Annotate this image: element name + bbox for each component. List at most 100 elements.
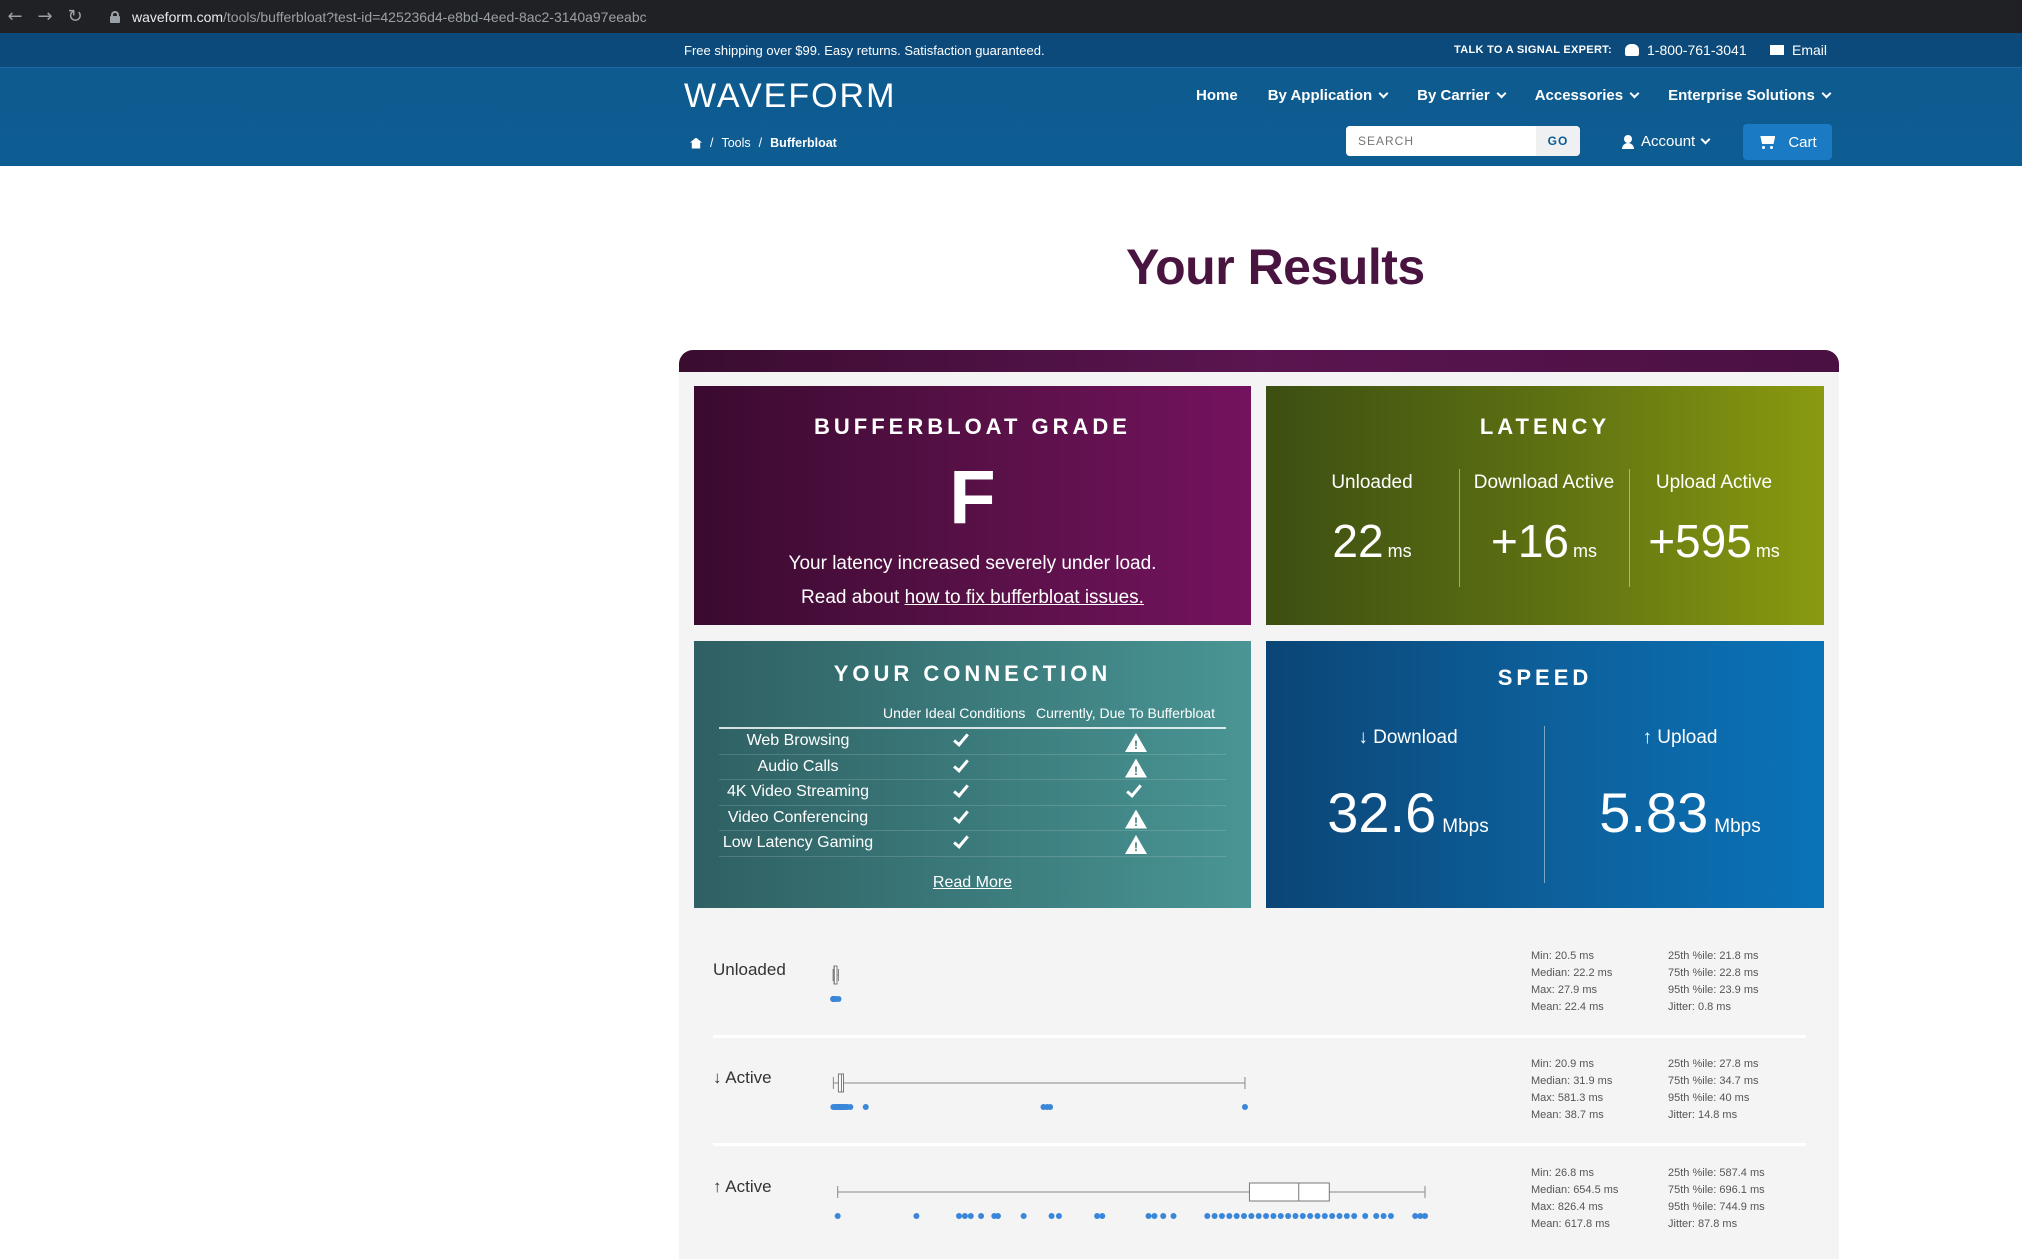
- nav-by-carrier[interactable]: By Carrier: [1417, 87, 1507, 104]
- latency-title: LATENCY: [1479, 414, 1611, 439]
- connection-row-name: Low Latency Gaming: [722, 834, 874, 851]
- warning-icon: [1125, 733, 1147, 752]
- distribution-row-label: ↓ Active: [713, 1068, 772, 1087]
- chevron-down-icon: [1378, 88, 1389, 99]
- distribution-row-label: Unloaded: [713, 960, 786, 979]
- box-plot: [834, 1182, 1428, 1219]
- data-point: [1233, 1213, 1240, 1219]
- breadcrumb-current: Bufferbloat: [770, 136, 837, 150]
- latency-label: Download Active: [1473, 472, 1615, 493]
- data-point: [913, 1213, 920, 1219]
- read-more-link[interactable]: Read More: [694, 874, 1251, 892]
- connection-row: Video Conferencing: [719, 806, 1226, 831]
- stats-left: Min: 26.8 ms Median: 654.5 ms Max: 826.4 m…: [1531, 1165, 1618, 1233]
- check-icon: [953, 755, 969, 773]
- download-value: 32.6: [1327, 781, 1437, 844]
- data-point: [1020, 1213, 1027, 1219]
- talk-expert-label: TALK TO A SIGNAL EXPERT:: [1454, 44, 1612, 56]
- email-link[interactable]: Email: [1770, 42, 1827, 58]
- connection-row: Low Latency Gaming: [719, 831, 1226, 857]
- data-point: [1055, 1213, 1062, 1219]
- data-point: [1047, 1104, 1054, 1110]
- account-menu[interactable]: Account: [1622, 133, 1711, 150]
- data-point: [1241, 1104, 1248, 1110]
- data-point: [1314, 1213, 1321, 1219]
- bufferbloat-grade-card: BUFFERBLOAT GRADE F Your latency increas…: [694, 386, 1251, 625]
- stat-line: 25th %ile: 27.8 ms: [1668, 1058, 1759, 1070]
- url-path: /tools/bufferbloat?test-id=425236d4-e8bd…: [223, 8, 647, 25]
- nav-enterprise-solutions[interactable]: Enterprise Solutions: [1668, 87, 1832, 104]
- data-point: [835, 996, 842, 1002]
- data-point: [1277, 1213, 1284, 1219]
- data-point: [1160, 1213, 1167, 1219]
- stat-line: Median: 31.9 ms: [1531, 1075, 1613, 1087]
- main-nav: Home By Application By Carrier Accessori…: [1196, 87, 1860, 104]
- speed-unit: Mbps: [1442, 816, 1489, 837]
- connection-row: Audio Calls: [719, 755, 1226, 780]
- stats-left: Min: 20.9 ms Median: 31.9 ms Max: 581.3 ms…: [1531, 1056, 1612, 1124]
- grade-line2-prefix: Read about: [801, 587, 905, 608]
- check-icon: [953, 781, 969, 798]
- reload-icon[interactable]: ↻: [60, 6, 90, 27]
- check-icon: [953, 806, 969, 824]
- breadcrumb: / Tools / Bufferbloat: [690, 136, 837, 150]
- data-point: [1226, 1213, 1233, 1219]
- address-bar[interactable]: waveform.com/tools/bufferbloat?test-id=4…: [96, 4, 2022, 29]
- stat-line: Jitter: 14.8 ms: [1668, 1109, 1738, 1121]
- latency-unloaded: Unloaded 22 ms: [1287, 472, 1457, 574]
- stat-line: Min: 20.5 ms: [1531, 950, 1594, 962]
- phone-link[interactable]: 1-800-761-3041: [1625, 42, 1747, 58]
- data-point: [862, 1104, 869, 1110]
- data-point: [1351, 1213, 1358, 1219]
- latency-unit: ms: [1387, 541, 1412, 561]
- data-point: [1151, 1213, 1158, 1219]
- data-point: [1218, 1213, 1225, 1219]
- speed-download: ↓ Download 32.6 Mbps: [1273, 727, 1543, 855]
- home-icon[interactable]: [690, 137, 702, 149]
- data-point: [1094, 1213, 1101, 1219]
- cart-button[interactable]: Cart: [1743, 124, 1832, 160]
- upload-value: 5.83: [1599, 781, 1709, 844]
- data-point: [1380, 1213, 1387, 1219]
- speed-unit: Mbps: [1714, 816, 1761, 837]
- phone-number: 1-800-761-3041: [1647, 42, 1747, 58]
- stats-right: 25th %ile: 27.8 ms 75th %ile: 34.7 ms 95th…: [1668, 1056, 1759, 1124]
- nav-by-application[interactable]: By Application: [1268, 87, 1389, 104]
- stat-line: Min: 20.9 ms: [1531, 1058, 1594, 1070]
- nav-accessories[interactable]: Accessories: [1535, 87, 1640, 104]
- stats-right: 25th %ile: 21.8 ms 75th %ile: 22.8 ms 95th…: [1668, 948, 1759, 1016]
- speed-card: SPEED ↓ Download 32.6 Mbps ↑ Upload 5.83 M…: [1266, 641, 1824, 908]
- grade-line1: Your latency increased severely under lo…: [788, 553, 1157, 574]
- grade-title: BUFFERBLOAT GRADE: [814, 414, 1131, 439]
- nav-home[interactable]: Home: [1196, 87, 1238, 104]
- data-point: [1387, 1213, 1394, 1219]
- warning-icon: [1125, 809, 1147, 829]
- search-go-button[interactable]: GO: [1536, 126, 1580, 156]
- stat-line: 95th %ile: 23.9 ms: [1668, 984, 1759, 996]
- connection-row: Web Browsing: [719, 729, 1226, 755]
- back-arrow-icon[interactable]: ←: [0, 6, 30, 27]
- row-separator: [713, 1035, 1806, 1038]
- search-input[interactable]: [1346, 126, 1536, 156]
- waveform-logo[interactable]: WAVEFORM: [684, 77, 896, 116]
- connection-row-name: 4K Video Streaming: [726, 783, 869, 800]
- data-point: [1362, 1213, 1369, 1219]
- promo-bar: Free shipping over $99. Easy returns. Sa…: [0, 33, 2022, 68]
- latency-value: +595: [1648, 515, 1752, 567]
- row-separator: [713, 1143, 1806, 1146]
- data-point: [1270, 1213, 1277, 1219]
- chevron-down-icon: [1629, 88, 1640, 99]
- speed-upload: ↑ Upload 5.83 Mbps: [1545, 727, 1815, 855]
- stat-line: 75th %ile: 34.7 ms: [1668, 1075, 1759, 1087]
- promo-text: Free shipping over $99. Easy returns. Sa…: [684, 43, 1045, 58]
- data-point: [1412, 1213, 1419, 1219]
- data-point: [1343, 1213, 1350, 1219]
- fix-bufferbloat-link[interactable]: how to fix bufferbloat issues.: [905, 587, 1144, 608]
- data-point: [978, 1213, 985, 1219]
- stat-line: Median: 22.2 ms: [1531, 967, 1613, 979]
- forward-arrow-icon[interactable]: →: [30, 6, 60, 27]
- breadcrumb-tools[interactable]: Tools: [721, 136, 750, 150]
- data-point: [1336, 1213, 1343, 1219]
- stat-line: 95th %ile: 744.9 ms: [1668, 1201, 1765, 1213]
- lock-icon: [110, 10, 120, 23]
